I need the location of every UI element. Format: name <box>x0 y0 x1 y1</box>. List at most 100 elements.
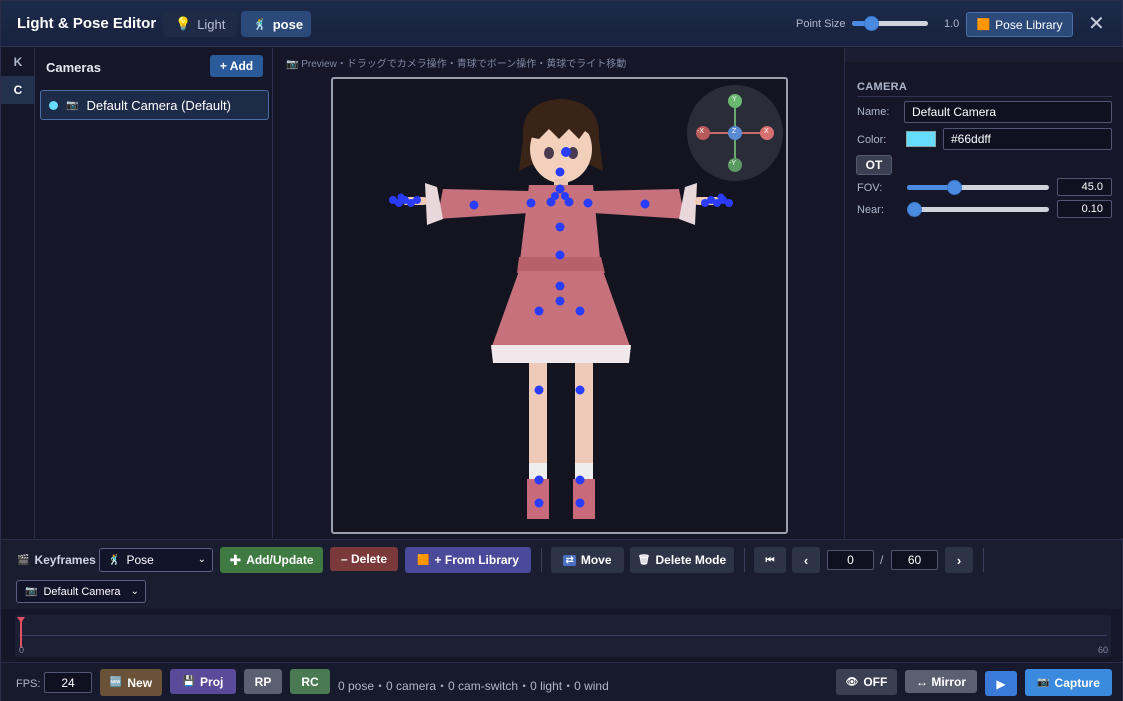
off-button[interactable]: 👁 OFF <box>836 669 897 695</box>
bone-point[interactable] <box>413 196 421 204</box>
bone-point[interactable] <box>555 281 565 291</box>
rail-item-c[interactable]: C <box>1 76 35 104</box>
fov-slider[interactable] <box>907 180 1049 195</box>
pose-library-button[interactable]: 🟧 Pose Library <box>966 12 1073 37</box>
rc-button[interactable]: RC <box>290 669 330 694</box>
color-label: Color: <box>857 134 887 146</box>
bone-point-elbow-r[interactable] <box>469 200 479 210</box>
keyframe-type-select[interactable]: 🕺 Pose ⌄ <box>99 548 213 572</box>
project-label: Proj <box>200 674 224 689</box>
frame-separator: / <box>880 553 884 567</box>
delete-mode-button[interactable]: 🗑 Delete Mode <box>630 547 734 573</box>
library-icon: 🟧 <box>976 19 991 31</box>
move-icon: ⇄ <box>563 554 576 566</box>
fov-value[interactable]: 45.0 <box>1057 178 1112 196</box>
point-size-knob[interactable] <box>864 16 879 31</box>
camera-select[interactable]: 📷 Default Camera ⌄ <box>16 580 146 603</box>
new-button[interactable]: 🆕 New <box>100 669 162 696</box>
bone-point-hip-l[interactable] <box>575 306 585 316</box>
bone-point-toe-r[interactable] <box>534 498 544 508</box>
bone-point-knee-r[interactable] <box>534 385 544 395</box>
bone-point-elbow-l[interactable] <box>640 199 650 209</box>
gizmo-label-x: X <box>764 128 769 135</box>
bone-point-ankle-r[interactable] <box>534 475 544 485</box>
toolbar-separator <box>983 548 984 572</box>
title-bar: Light & Pose Editor 💡 Light 🕺 pose Point… <box>1 1 1122 47</box>
editor-window: Light & Pose Editor 💡 Light 🕺 pose Point… <box>0 0 1123 701</box>
bone-point-neck[interactable] <box>555 167 565 177</box>
bone-point-ankle-l[interactable] <box>575 475 585 485</box>
cameras-title: Cameras <box>46 60 101 75</box>
camera-icon: 📷 <box>25 586 38 597</box>
bone-point[interactable] <box>725 199 733 207</box>
color-hex-field[interactable]: #66ddff <box>943 128 1112 150</box>
bone-point-hip-r[interactable] <box>534 306 544 316</box>
bone-point-shoulder-r[interactable] <box>526 198 536 208</box>
library-icon: 🟧 <box>417 554 430 566</box>
bone-point-hips[interactable] <box>555 250 565 260</box>
plus-icon: ✚ <box>229 551 242 568</box>
current-frame-input[interactable]: 0 <box>827 550 874 570</box>
near-slider[interactable] <box>907 202 1049 217</box>
keyframes-title: 🎬 Keyframes <box>17 553 96 567</box>
bone-point-shoulder-l[interactable] <box>583 198 593 208</box>
mirror-button[interactable]: ↔ Mirror <box>905 670 977 693</box>
fov-knob[interactable] <box>946 180 962 195</box>
figure-icon: 🕺 <box>253 18 267 31</box>
camera-name-field[interactable]: Default Camera <box>904 101 1112 123</box>
ot-button[interactable]: OT <box>856 155 892 175</box>
bone-point[interactable] <box>555 184 565 194</box>
timeline-track <box>19 635 1107 636</box>
window-title: Light & Pose Editor <box>17 15 157 32</box>
preview-hint: 📷 Preview・ドラッグでカメラ操作・青球でボーン操作・黄球でライト移動 <box>286 55 626 70</box>
bone-point-knee-l[interactable] <box>575 385 585 395</box>
point-size-slider[interactable] <box>852 16 928 31</box>
mode-rail: K C <box>1 48 35 538</box>
rp-button[interactable]: RP <box>244 669 282 694</box>
near-knob[interactable] <box>907 202 922 217</box>
chevron-down-icon: ⌄ <box>197 554 206 565</box>
next-frame-icon[interactable]: › <box>945 547 973 573</box>
timeline-start: 0 <box>19 645 25 655</box>
cameras-panel: Cameras + Add 📷 Default Camera (Default) <box>36 48 273 538</box>
bone-point[interactable] <box>555 296 565 306</box>
from-library-button[interactable]: 🟧 + From Library <box>405 547 531 573</box>
bone-point[interactable] <box>717 193 725 201</box>
rail-item-k[interactable]: K <box>1 48 35 76</box>
first-frame-icon[interactable]: ⏮ <box>754 547 786 573</box>
delete-mode-label: Delete Mode <box>655 553 727 567</box>
toolbar-separator <box>744 548 745 572</box>
near-value[interactable]: 0.10 <box>1057 200 1112 218</box>
add-camera-button[interactable]: + Add <box>210 55 263 77</box>
tab-pose[interactable]: 🕺 pose <box>241 11 311 37</box>
bone-point-spine[interactable] <box>555 222 565 232</box>
preview-viewport[interactable]: Y -Y -X X Z <box>331 77 788 534</box>
name-label: Name: <box>857 106 890 118</box>
camera-icon: 📷 <box>66 99 79 111</box>
add-update-button[interactable]: ✚ Add/Update <box>220 547 323 573</box>
bone-point-toe-l[interactable] <box>575 498 585 508</box>
play-icon[interactable]: ▶ <box>985 671 1017 696</box>
prev-frame-icon[interactable]: ‹ <box>792 547 820 573</box>
color-swatch[interactable] <box>906 131 936 147</box>
panel-strip <box>845 48 1123 62</box>
playhead-marker[interactable] <box>17 617 25 623</box>
close-icon[interactable]: ✕ <box>1088 14 1105 34</box>
fov-label: FOV: <box>857 182 883 194</box>
bone-point[interactable] <box>546 197 556 207</box>
bone-point[interactable] <box>564 197 574 207</box>
bone-point-head[interactable] <box>561 147 571 157</box>
timeline[interactable]: 0 60 <box>15 615 1111 657</box>
fps-input[interactable]: 24 <box>44 672 92 693</box>
total-frames-input[interactable]: 60 <box>891 550 938 570</box>
tab-pose-label: pose <box>272 16 304 32</box>
tab-light[interactable]: 💡 Light <box>163 11 237 37</box>
project-button[interactable]: 💾 Proj <box>170 669 236 694</box>
delete-keyframe-button[interactable]: – Delete <box>330 547 398 571</box>
capture-button[interactable]: 📷 Capture <box>1025 669 1112 696</box>
orientation-gizmo[interactable]: Y -Y -X X Z <box>687 85 783 181</box>
bone-point[interactable] <box>397 193 405 201</box>
move-button[interactable]: ⇄ Move <box>551 547 624 573</box>
camera-list-item[interactable]: 📷 Default Camera (Default) <box>40 90 269 120</box>
keyframes-title-text: Keyframes <box>34 553 96 567</box>
